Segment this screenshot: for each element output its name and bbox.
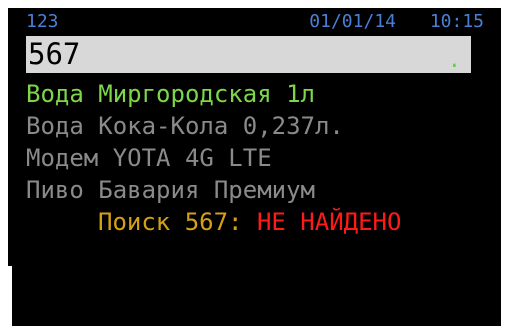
list-item[interactable]: Вода Миргородская 1л <box>26 78 496 110</box>
search-input[interactable]: 567 . <box>26 36 471 73</box>
status-code: 123 <box>26 11 59 32</box>
search-status-label: Поиск 567: <box>98 208 243 236</box>
status-bar: 123 01/01/14 10:15 <box>26 11 484 33</box>
status-date: 01/01/14 <box>309 11 396 32</box>
list-item[interactable]: Пиво Бавария Премиум <box>26 174 496 206</box>
product-list: Вода Миргородская 1л Вода Кока-Кола 0,23… <box>26 78 496 206</box>
frame-edge <box>8 266 12 326</box>
status-time: 10:15 <box>429 11 484 32</box>
search-status: Поиск 567: НЕ НАЙДЕНО <box>98 206 401 238</box>
search-input-value: 567 <box>28 37 81 71</box>
search-status-result: НЕ НАЙДЕНО <box>256 208 402 236</box>
input-cursor: . <box>447 48 461 73</box>
list-item[interactable]: Модем YOTA 4G LTE <box>26 142 496 174</box>
list-item[interactable]: Вода Кока-Кола 0,237л. <box>26 110 496 142</box>
terminal-screen: 123 01/01/14 10:15 567 . Вода Миргородск… <box>8 8 501 326</box>
